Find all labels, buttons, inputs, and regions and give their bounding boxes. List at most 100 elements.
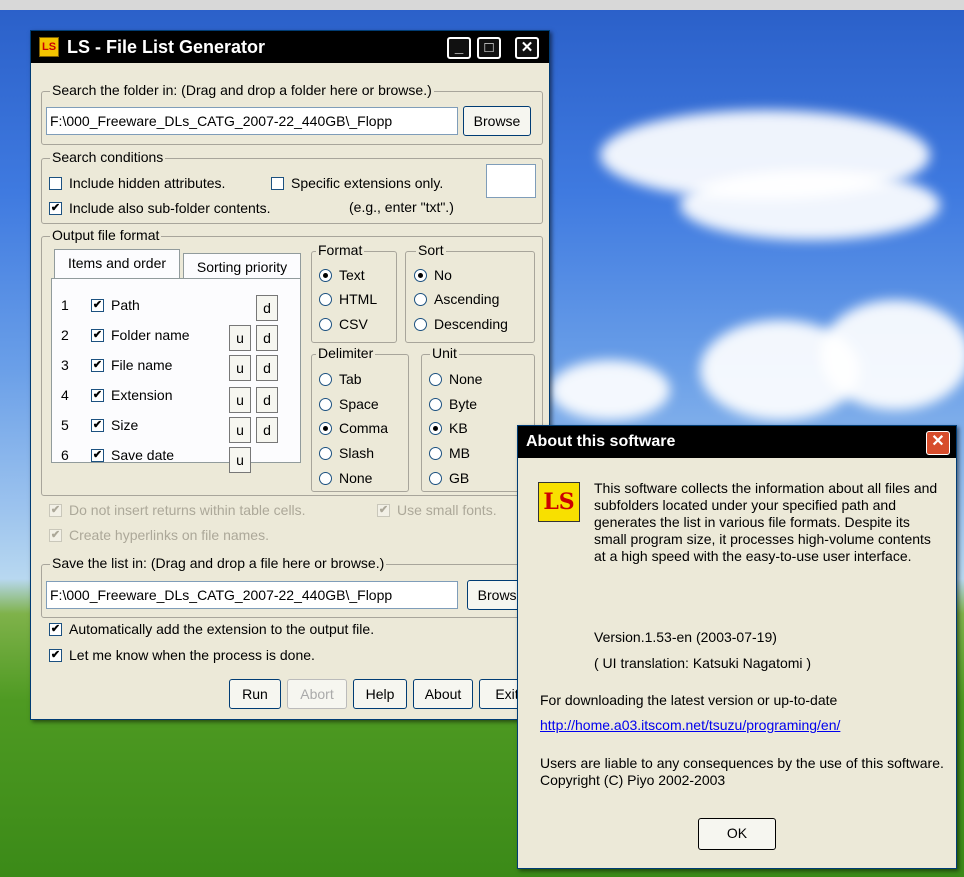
item-label: Folder name [111,327,190,343]
hyperlinks-checkbox[interactable]: ✔ Create hyperlinks on file names. [49,527,269,543]
small-fonts-checkbox[interactable]: ✔ Use small fonts. [377,502,497,518]
move-down-button[interactable]: d [256,295,278,321]
delimiter-slash-radio[interactable]: Slash [319,445,374,461]
help-button[interactable]: Help [353,679,407,709]
radio-dot [319,317,332,331]
sort-descending-radio[interactable]: Descending [414,316,508,332]
minimize-button[interactable]: _ [447,37,471,59]
radio-label: HTML [339,291,378,307]
browse-folder-button[interactable]: Browse [463,106,531,136]
item-checkbox-extension[interactable]: ✔ Extension [91,387,172,403]
main-window: LS LS - File List Generator _ □ ✕ Search… [30,30,550,720]
radio-label: CSV [339,316,368,332]
maximize-button[interactable]: □ [477,37,501,59]
checkbox-box: ✔ [91,298,104,312]
radio-label: Ascending [434,291,500,307]
move-up-button[interactable]: u [229,387,251,413]
notify-checkbox[interactable]: ✔ Let me know when the process is done. [49,647,315,663]
radio-label: Tab [339,371,362,387]
move-down-button[interactable]: d [256,417,278,443]
radio-dot [319,268,332,282]
move-up-button[interactable]: u [229,325,251,351]
include-hidden-checkbox[interactable]: Include hidden attributes. [49,175,225,191]
output-format-caption: Output file format [50,227,162,243]
item-checkbox-save-date[interactable]: ✔ Save date [91,447,174,463]
radio-label: Text [339,267,365,283]
radio-dot [319,471,332,485]
radio-label: None [449,371,483,387]
extension-example: (e.g., enter "txt".) [349,199,454,215]
specific-extensions-checkbox[interactable]: Specific extensions only. [271,175,443,191]
top-strip [0,0,964,10]
radio-dot [414,317,427,331]
checkbox-box: ✔ [91,418,104,432]
unit-byte-radio[interactable]: Byte [429,396,477,412]
delimiter-comma-radio[interactable]: Comma [319,420,388,436]
checkbox-box: ✔ [49,648,62,662]
move-up-button[interactable]: u [229,447,251,473]
run-button[interactable]: Run [229,679,281,709]
move-down-button[interactable]: d [256,387,278,413]
hyperlinks-label: Create hyperlinks on file names. [69,527,269,543]
tab-items-and-order[interactable]: Items and order [54,249,180,279]
delimiter-tab-radio[interactable]: Tab [319,371,362,387]
checkbox-box: ✔ [49,503,62,517]
no-returns-checkbox[interactable]: ✔ Do not insert returns within table cell… [49,502,306,518]
move-up-button[interactable]: u [229,417,251,443]
unit-gb-radio[interactable]: GB [429,470,469,486]
ok-button[interactable]: OK [698,818,776,850]
radio-dot [429,372,442,386]
delimiter-none-radio[interactable]: None [319,470,372,486]
item-checkbox-size[interactable]: ✔ Size [91,417,138,433]
specific-extensions-label: Specific extensions only. [291,175,444,191]
about-description: This software collects the information a… [594,480,938,564]
notify-label: Let me know when the process is done. [69,647,315,663]
checkbox-box: ✔ [91,448,104,462]
unit-none-radio[interactable]: None [429,371,482,387]
move-down-button[interactable]: d [256,325,278,351]
about-close-button[interactable]: ✕ [926,431,950,455]
window-title: LS - File List Generator [67,36,266,57]
radio-dot [414,292,427,306]
download-text: For downloading the latest version or up… [540,692,838,708]
unit-mb-radio[interactable]: MB [429,445,470,461]
radio-dot [429,446,442,460]
tab-sorting-priority[interactable]: Sorting priority [183,253,301,279]
radio-label: MB [449,445,470,461]
sort-no-radio[interactable]: No [414,267,452,283]
item-label: Save date [111,447,175,463]
unit-kb-radio[interactable]: KB [429,420,468,436]
format-csv-radio[interactable]: CSV [319,316,368,332]
search-path-input[interactable]: F:\000_Freeware_DLs_CATG_2007-22_440GB\_… [46,107,458,135]
item-label: File name [111,357,173,373]
radio-dot [429,397,442,411]
auto-extension-checkbox[interactable]: ✔ Automatically add the extension to the … [49,621,374,637]
include-subfolder-checkbox[interactable]: ✔ Include also sub-folder contents. [49,200,271,216]
item-number: 4 [61,387,69,403]
item-label: Extension [111,387,173,403]
item-checkbox-file-name[interactable]: ✔ File name [91,357,172,373]
extension-input[interactable] [486,164,536,198]
format-html-radio[interactable]: HTML [319,291,377,307]
radio-dot [319,397,332,411]
checkbox-box [271,176,284,190]
format-text-radio[interactable]: Text [319,267,365,283]
sort-ascending-radio[interactable]: Ascending [414,291,499,307]
move-down-button[interactable]: d [256,355,278,381]
close-button[interactable]: ✕ [515,37,539,59]
item-number: 5 [61,417,69,433]
checkbox-box [49,176,62,190]
download-link[interactable]: http://home.a03.itscom.net/tsuzu/program… [540,717,840,734]
item-checkbox-path[interactable]: ✔ Path [91,297,140,313]
item-checkbox-folder-name[interactable]: ✔ Folder name [91,327,190,343]
about-button[interactable]: About [413,679,473,709]
delimiter-space-radio[interactable]: Space [319,396,379,412]
save-path-input[interactable]: F:\000_Freeware_DLs_CATG_2007-22_440GB\_… [46,581,458,609]
include-hidden-label: Include hidden attributes. [69,175,226,191]
abort-button[interactable]: Abort [287,679,347,709]
item-label: Path [111,297,140,313]
title-bar: LS LS - File List Generator _ □ ✕ [31,31,549,63]
move-up-button[interactable]: u [229,355,251,381]
save-caption: Save the list in: (Drag and drop a file … [50,555,387,571]
search-folder-caption: Search the folder in: (Drag and drop a f… [50,82,434,98]
